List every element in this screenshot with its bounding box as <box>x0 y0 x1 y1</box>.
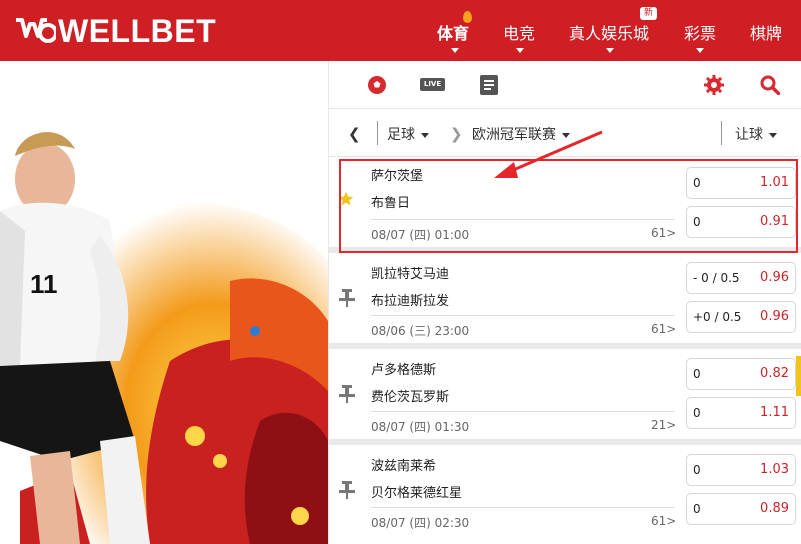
odds-value: 0.96 <box>760 309 789 324</box>
soccer-ball-icon[interactable] <box>367 75 387 95</box>
handicap-value: +0 / 0.5 <box>693 310 742 324</box>
market-select-label: 让球 <box>735 127 763 143</box>
chevron-down-icon <box>421 132 429 138</box>
live-icon[interactable]: LIVE <box>420 78 445 91</box>
match-card[interactable]: 波兹南莱希 贝尔格莱德红星 08/07 (四) 02:30 61> 0 1.03… <box>329 445 801 535</box>
market-select[interactable]: 让球 <box>735 124 777 144</box>
odds-button[interactable]: 0 1.11 <box>686 397 796 429</box>
nav-item-chess-cards[interactable]: 棋牌 <box>750 20 782 44</box>
match-card[interactable]: 卢多格德斯 费伦茨瓦罗斯 08/07 (四) 01:30 21> 0 0.82 … <box>329 349 801 439</box>
hero-banner[interactable]: 11 <box>0 61 328 544</box>
chevron-down-icon <box>516 48 524 53</box>
scrollbar-thumb[interactable] <box>796 356 801 396</box>
match-time: 08/07 (四) 02:30 <box>371 516 470 530</box>
top-navigation-bar: WELLBET 体育 电竞 新 真人娱乐城 彩票 棋牌 <box>0 0 801 61</box>
nav-item-live-casino[interactable]: 真人娱乐城 <box>569 20 649 44</box>
odds-button[interactable]: +0 / 0.5 0.96 <box>686 301 796 333</box>
odds-value: 0.89 <box>760 501 789 516</box>
match-time: 08/07 (四) 01:30 <box>371 420 470 434</box>
odds-value: 0.96 <box>760 270 789 285</box>
logo-text: WELLBET <box>58 13 217 49</box>
sport-select[interactable]: 足球 <box>387 124 429 144</box>
match-time: 08/06 (三) 23:00 <box>371 324 470 338</box>
hero-player-illustration: 11 <box>0 61 328 544</box>
chevron-down-icon <box>696 48 704 53</box>
pin-icon[interactable] <box>339 289 355 307</box>
away-team: 费伦茨瓦罗斯 <box>371 390 450 405</box>
divider <box>371 411 674 412</box>
pin-icon[interactable] <box>339 385 355 403</box>
nav-item-sports[interactable]: 体育 <box>437 20 469 44</box>
chevron-down-icon <box>451 48 459 53</box>
wellbet-logo-mark-icon <box>16 18 56 43</box>
odds-value: 0.82 <box>760 366 789 381</box>
gear-icon[interactable] <box>704 75 724 95</box>
pin-icon[interactable] <box>339 481 355 499</box>
divider <box>371 315 674 316</box>
odds-button[interactable]: 0 1.03 <box>686 454 796 486</box>
away-team: 布拉迪斯拉发 <box>371 294 450 309</box>
handicap-value: 0 <box>693 367 701 381</box>
panel-tab-bar: LIVE <box>329 61 801 109</box>
odds-value: 1.03 <box>760 462 789 477</box>
chevron-down-icon <box>769 132 777 138</box>
odds-value: 1.11 <box>760 405 789 420</box>
new-badge: 新 <box>640 7 658 20</box>
home-team: 卢多格德斯 <box>371 363 437 378</box>
nav-item-lottery[interactable]: 彩票 <box>684 20 716 44</box>
handicap-value: 0 <box>693 463 701 477</box>
divider <box>371 507 674 508</box>
more-markets-link[interactable]: 21> <box>651 418 676 432</box>
list-icon[interactable] <box>480 75 498 95</box>
odds-button[interactable]: - 0 / 0.5 0.96 <box>686 262 796 294</box>
sport-select-label: 足球 <box>387 127 415 143</box>
handicap-value: 0 <box>693 406 701 420</box>
home-team: 凯拉特艾马迪 <box>371 267 450 282</box>
chevron-right-icon: ❯ <box>450 125 463 143</box>
divider <box>721 121 722 145</box>
odds-button[interactable]: 0 0.82 <box>686 358 796 390</box>
odds-button[interactable]: 0 0.89 <box>686 493 796 525</box>
annotation-arrow-icon <box>494 130 603 178</box>
handicap-value: 0 <box>693 502 701 516</box>
away-team: 贝尔格莱德红星 <box>371 486 463 501</box>
more-markets-link[interactable]: 61> <box>651 514 676 528</box>
handicap-value: - 0 / 0.5 <box>693 271 740 285</box>
chevron-left-icon[interactable]: ❮ <box>348 125 361 143</box>
svg-text:11: 11 <box>30 269 58 299</box>
divider <box>377 121 378 145</box>
nav-item-esports[interactable]: 电竞 <box>503 20 535 44</box>
more-markets-link[interactable]: 61> <box>651 322 676 336</box>
search-icon[interactable] <box>760 75 780 95</box>
wellbet-logo[interactable]: WELLBET <box>14 14 216 48</box>
home-team: 波兹南莱希 <box>371 459 437 474</box>
chevron-down-icon <box>606 48 614 53</box>
match-card[interactable]: 凯拉特艾马迪 布拉迪斯拉发 08/06 (三) 23:00 61> - 0 / … <box>329 253 801 343</box>
